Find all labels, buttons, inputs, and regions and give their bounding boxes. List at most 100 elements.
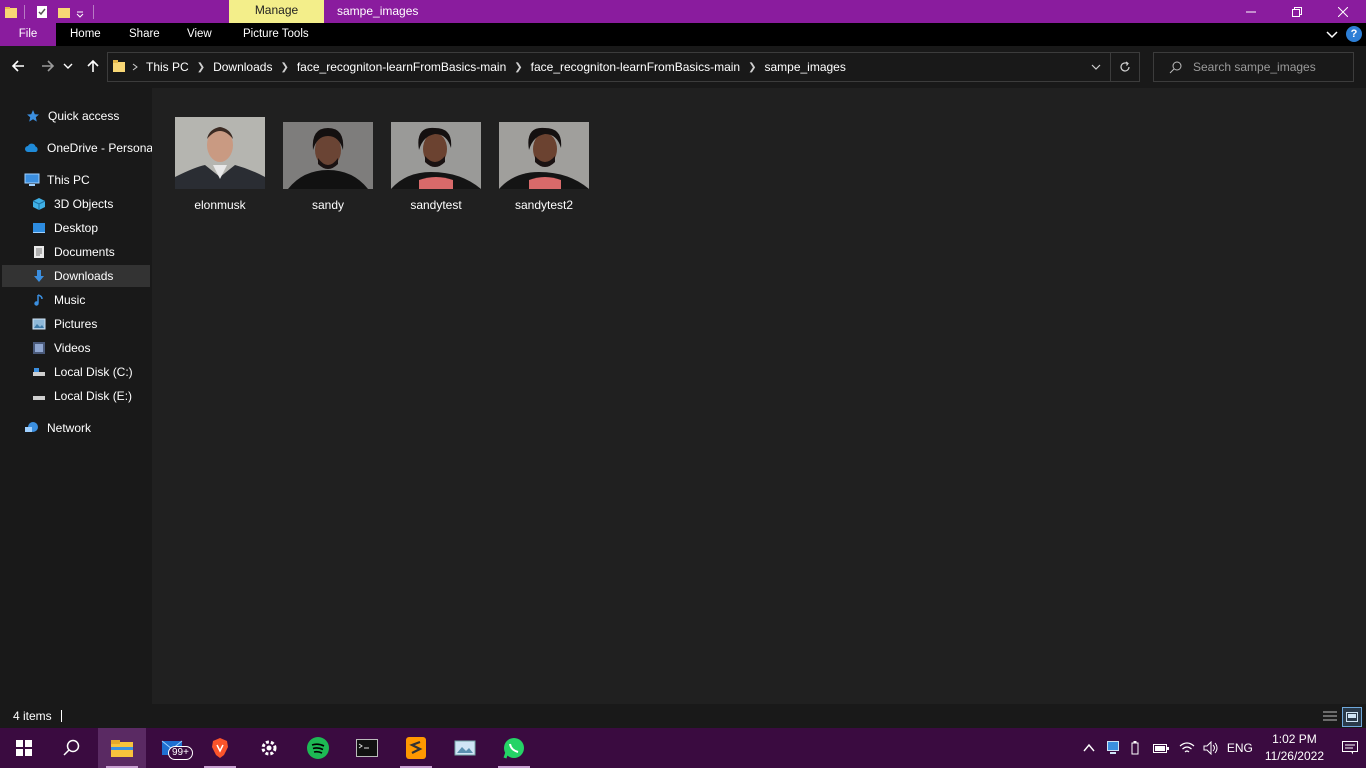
taskbar-sublime-text[interactable]	[392, 728, 440, 768]
language-indicator[interactable]: ENG	[1227, 741, 1253, 755]
sidebar-item-3d-objects[interactable]: 3D Objects	[2, 193, 150, 215]
taskbar-file-explorer[interactable]	[98, 728, 146, 768]
sidebar-item-desktop[interactable]: Desktop	[2, 217, 150, 239]
customize-qat-icon[interactable]	[75, 5, 85, 19]
sidebar-item-local-disk-e[interactable]: Local Disk (E:)	[2, 385, 150, 407]
properties-icon[interactable]	[35, 5, 49, 19]
volume-icon[interactable]	[1203, 741, 1219, 755]
close-button[interactable]	[1320, 0, 1366, 23]
window-controls	[1228, 0, 1366, 23]
image-thumbnail	[175, 117, 265, 189]
tab-view[interactable]: View	[187, 23, 212, 46]
breadcrumb-item[interactable]: face_recogniton-learnFromBasics-main	[297, 60, 506, 74]
start-button[interactable]	[0, 728, 48, 768]
taskbar-settings[interactable]	[245, 728, 293, 768]
new-folder-icon[interactable]	[57, 5, 71, 19]
search-button[interactable]	[48, 728, 96, 768]
spotify-icon	[307, 737, 329, 759]
monitor-tray-icon[interactable]	[1106, 741, 1119, 755]
sidebar-item-label: Quick access	[48, 109, 120, 123]
sidebar-item-label: Downloads	[54, 269, 114, 283]
address-history-button[interactable]	[1082, 53, 1110, 81]
chevron-right-icon[interactable]: ❯	[197, 62, 205, 73]
sublime-text-icon	[406, 737, 426, 759]
breadcrumb-item[interactable]: This PC	[146, 60, 189, 74]
arrow-left-icon	[11, 60, 24, 72]
recent-locations-button[interactable]	[62, 55, 74, 77]
search-icon	[1169, 61, 1182, 74]
chevron-right-icon[interactable]	[132, 63, 138, 71]
sidebar-item-quick-access[interactable]: Quick access	[2, 105, 150, 127]
forward-button[interactable]	[38, 55, 58, 77]
ribbon: File Home Share View Picture Tools ?	[0, 23, 1366, 46]
taskbar-image-viewer[interactable]	[441, 728, 489, 768]
sidebar-item-label: Desktop	[54, 221, 99, 235]
restore-button[interactable]	[1274, 0, 1320, 23]
up-button[interactable]	[83, 55, 103, 77]
breadcrumb: This PC ❯ Downloads ❯ face_recogniton-le…	[144, 53, 846, 81]
battery-icon[interactable]	[1152, 742, 1169, 754]
quick-access-toolbar	[0, 0, 94, 23]
cloud-icon	[25, 143, 38, 152]
tab-home[interactable]: Home	[70, 23, 101, 46]
back-button[interactable]	[8, 55, 28, 77]
folder-icon[interactable]	[4, 5, 18, 19]
taskbar-spotify[interactable]	[294, 728, 342, 768]
sidebar-item-downloads[interactable]: Downloads	[2, 265, 150, 287]
sidebar-item-this-pc[interactable]: This PC	[2, 169, 150, 191]
chevron-up-icon[interactable]	[1083, 743, 1095, 753]
chevron-right-icon[interactable]: ❯	[514, 62, 522, 73]
sidebar-item-label: Pictures	[54, 317, 98, 331]
minimize-button[interactable]	[1228, 0, 1274, 23]
taskbar-terminal[interactable]	[343, 728, 391, 768]
breadcrumb-item[interactable]: Downloads	[213, 60, 272, 74]
chevron-right-icon[interactable]: ❯	[748, 62, 756, 73]
sidebar-item-documents[interactable]: Documents	[2, 241, 150, 263]
file-item[interactable]: sandytest2	[490, 122, 598, 212]
taskbar-whatsapp[interactable]	[490, 728, 538, 768]
sidebar-item-onedrive[interactable]: OneDrive - Personal	[2, 137, 156, 159]
image-thumbnail	[283, 122, 373, 189]
sidebar-item-local-disk-c[interactable]: Local Disk (C:)	[2, 361, 150, 383]
sidebar-item-label: OneDrive - Personal	[47, 141, 156, 155]
clock-time: 1:02 PM	[1272, 732, 1317, 746]
desktop-icon	[33, 223, 45, 233]
taskbar-mail[interactable]: 99+	[150, 728, 198, 768]
expand-ribbon-icon[interactable]	[1326, 28, 1338, 40]
file-item[interactable]: sandytest	[382, 122, 490, 212]
large-icons-view-icon	[1346, 712, 1358, 722]
refresh-button[interactable]	[1111, 53, 1139, 81]
wifi-icon[interactable]	[1179, 741, 1195, 755]
notification-center-button[interactable]	[1334, 728, 1366, 768]
sidebar-item-videos[interactable]: Videos	[2, 337, 150, 359]
file-name: elonmusk	[194, 198, 246, 212]
clock[interactable]: 1:02 PM 11/26/2022	[1265, 731, 1324, 765]
help-icon[interactable]: ?	[1346, 26, 1362, 42]
manage-tab[interactable]: Manage	[229, 0, 324, 23]
chevron-right-icon[interactable]: ❯	[280, 62, 288, 73]
sidebar-item-label: Local Disk (E:)	[54, 389, 133, 403]
details-view-icon[interactable]	[1322, 709, 1338, 723]
sidebar-item-music[interactable]: Music	[2, 289, 150, 311]
large-icons-view-button[interactable]	[1342, 707, 1362, 727]
sidebar-item-label: Videos	[54, 341, 91, 355]
notification-icon	[1342, 741, 1358, 755]
file-name: sandytest2	[514, 198, 574, 212]
file-item[interactable]: sandy	[274, 122, 382, 212]
sidebar-item-network[interactable]: Network	[2, 417, 150, 439]
breadcrumb-item[interactable]: sampe_images	[764, 60, 845, 74]
address-bar[interactable]: This PC ❯ Downloads ❯ face_recogniton-le…	[107, 52, 1140, 82]
usb-drive-icon[interactable]	[1131, 741, 1139, 755]
breadcrumb-item[interactable]: face_recogniton-learnFromBasics-main	[531, 60, 740, 74]
file-item[interactable]: elonmusk	[166, 117, 274, 212]
sidebar-item-label: This PC	[47, 173, 90, 187]
taskbar-brave[interactable]	[196, 728, 244, 768]
tab-share[interactable]: Share	[129, 23, 160, 46]
tab-file[interactable]: File	[0, 23, 56, 46]
tab-picture-tools[interactable]: Picture Tools	[243, 23, 309, 46]
sidebar-item-pictures[interactable]: Pictures	[2, 313, 150, 335]
chevron-down-icon	[63, 63, 73, 69]
folder-icon	[113, 60, 125, 72]
search-input[interactable]: Search sampe_images	[1153, 52, 1354, 82]
restore-icon	[1292, 6, 1302, 17]
